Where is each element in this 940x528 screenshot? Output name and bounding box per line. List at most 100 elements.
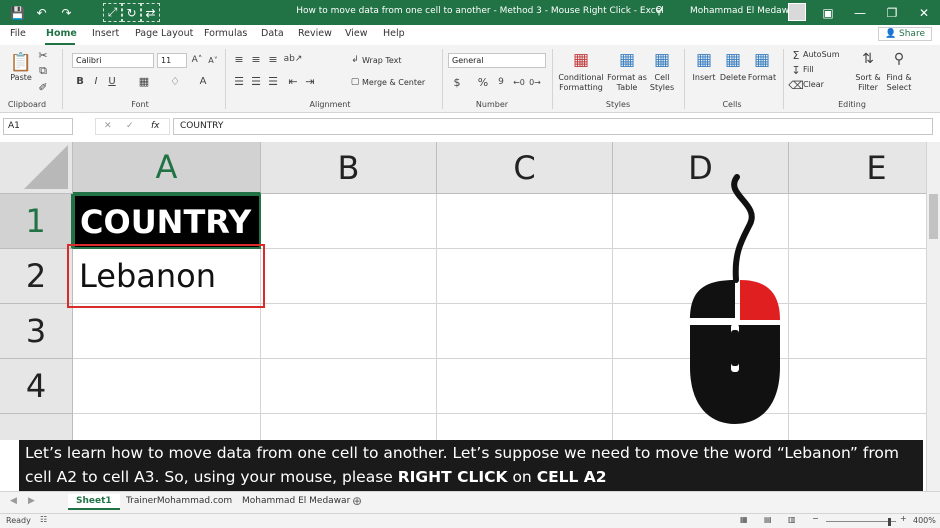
ribbon-display-icon[interactable]: ▣ [812, 0, 844, 25]
zoom-slider-thumb[interactable] [888, 518, 891, 526]
tab-review[interactable]: Review [298, 28, 332, 39]
align-left-icon[interactable]: ☰ [232, 75, 246, 88]
fullscreen-icon[interactable]: ⤢ [103, 3, 122, 22]
find-select-button[interactable]: Find & Select [883, 73, 915, 93]
row-header-1[interactable]: 1 [0, 194, 73, 249]
borders-icon[interactable]: ▦ [137, 74, 151, 88]
copy-icon[interactable]: ⧉ [36, 64, 50, 78]
increase-indent-icon[interactable]: ⇥ [303, 75, 317, 88]
cut-icon[interactable]: ✂ [36, 48, 50, 62]
save-icon[interactable]: 💾 [8, 3, 27, 22]
tab-view[interactable]: View [345, 28, 368, 39]
refresh-icon[interactable]: ↻ [122, 3, 141, 22]
align-center-icon[interactable]: ☰ [249, 75, 263, 88]
undo-icon[interactable]: ↶ [32, 3, 51, 22]
formula-input[interactable]: COUNTRY [173, 118, 933, 135]
font-name-select[interactable]: Calibri [72, 53, 154, 68]
tab-file[interactable]: File [10, 28, 26, 39]
cell-styles-button[interactable]: Cell Styles [646, 73, 678, 93]
close-icon[interactable]: ✕ [908, 0, 940, 25]
autosum-button[interactable]: AutoSum [803, 50, 840, 60]
vertical-scrollbar[interactable] [926, 142, 940, 500]
font-size-select[interactable]: 11 [157, 53, 187, 68]
format-as-table-button[interactable]: Format as Table [606, 73, 648, 93]
decrease-indent-icon[interactable]: ⇤ [286, 75, 300, 88]
comma-icon[interactable]: 9 [494, 75, 508, 89]
page-layout-view-icon[interactable]: ▤ [764, 515, 772, 524]
font-color-icon[interactable]: A [196, 74, 210, 88]
next-sheet-icon[interactable]: ▶ [28, 496, 35, 506]
tab-page-layout[interactable]: Page Layout [135, 28, 193, 39]
styles-group-label: Styles [605, 100, 631, 109]
restore-icon[interactable]: ❐ [876, 0, 908, 25]
align-bottom-icon[interactable]: ≡ [266, 53, 280, 66]
fill-color-icon[interactable]: ♢ [168, 74, 182, 88]
number-format-select[interactable]: General [448, 53, 546, 68]
align-top-icon[interactable]: ≡ [232, 53, 246, 66]
percent-icon[interactable]: % [476, 75, 490, 89]
zoom-slider[interactable] [826, 521, 896, 522]
accessibility-icon[interactable]: ☷ [40, 515, 47, 524]
format-cells-button[interactable]: Format [746, 73, 778, 83]
increase-decimal-icon[interactable]: ←0 [512, 75, 526, 89]
decrease-decimal-icon[interactable]: 0→ [528, 75, 542, 89]
zoom-out-icon[interactable]: − [812, 514, 819, 523]
row-header-5[interactable] [0, 414, 73, 440]
fill-button[interactable]: Fill [803, 65, 814, 75]
row-header-3[interactable]: 3 [0, 304, 73, 359]
currency-icon[interactable]: $ [450, 75, 464, 89]
search-icon[interactable]: ⚲ [655, 4, 663, 17]
paste-icon[interactable]: 📋 [10, 51, 32, 73]
delete-cells-button[interactable]: Delete [717, 73, 749, 83]
tab-data[interactable]: Data [261, 28, 284, 39]
underline-button[interactable]: U [106, 74, 118, 88]
normal-view-icon[interactable]: ▦ [740, 515, 748, 524]
sort-filter-button[interactable]: Sort & Filter [852, 73, 884, 93]
sheet-tab-trainer[interactable]: TrainerMohammad.com [118, 494, 240, 508]
bold-button[interactable]: B [74, 74, 86, 88]
user-name[interactable]: Mohammad El Medawar [690, 6, 798, 16]
row-header-4[interactable]: 4 [0, 359, 73, 414]
name-box[interactable]: A1 [3, 118, 73, 135]
move-icon[interactable]: ⇄ [141, 3, 160, 22]
sheet-tab-mohammad[interactable]: Mohammad El Medawar [234, 494, 358, 508]
column-header-c[interactable]: C [437, 142, 613, 194]
align-middle-icon[interactable]: ≡ [249, 53, 263, 66]
tab-insert[interactable]: Insert [92, 28, 119, 39]
prev-sheet-icon[interactable]: ◀ [10, 496, 17, 506]
format-painter-icon[interactable]: ✐ [36, 80, 50, 94]
add-sheet-icon[interactable]: ⊕ [352, 494, 362, 508]
zoom-in-icon[interactable]: + [900, 514, 907, 523]
grow-font-icon[interactable]: A˄ [190, 53, 204, 67]
page-break-view-icon[interactable]: ▥ [788, 515, 796, 524]
find-select-icon: ⚲ [893, 51, 905, 67]
orientation-icon[interactable]: ab↗ [284, 53, 303, 65]
avatar[interactable] [788, 3, 806, 21]
minimize-icon[interactable]: — [844, 0, 876, 25]
insert-function-icon[interactable]: fx [151, 121, 160, 131]
scrollbar-thumb[interactable] [929, 194, 938, 239]
clear-button[interactable]: Clear [803, 80, 824, 90]
paste-button[interactable]: Paste [6, 73, 36, 83]
sheet-tab-sheet1[interactable]: Sheet1 [68, 494, 120, 510]
share-button[interactable]: 👤 Share [877, 27, 932, 41]
column-header-b[interactable]: B [261, 142, 437, 194]
tab-home[interactable]: Home [46, 28, 77, 39]
insert-cells-button[interactable]: Insert [688, 73, 720, 83]
zoom-level[interactable]: 400% [913, 516, 936, 525]
wrap-text-button[interactable]: Wrap Text [362, 56, 402, 66]
column-header-e[interactable]: E [789, 142, 926, 194]
select-all-button[interactable] [0, 142, 73, 194]
italic-button[interactable]: I [90, 74, 102, 88]
tab-help[interactable]: Help [383, 28, 405, 39]
merge-center-button[interactable]: Merge & Center [362, 78, 425, 88]
column-header-a[interactable]: A [73, 142, 261, 194]
confirm-icon[interactable]: ✓ [126, 121, 134, 131]
tab-formulas[interactable]: Formulas [204, 28, 247, 39]
cancel-icon[interactable]: ✕ [104, 121, 112, 131]
align-right-icon[interactable]: ☰ [266, 75, 280, 88]
redo-icon[interactable]: ↷ [57, 3, 76, 22]
shrink-font-icon[interactable]: A˅ [206, 53, 220, 67]
conditional-formatting-button[interactable]: Conditional Formatting [556, 73, 606, 93]
row-header-2[interactable]: 2 [0, 249, 73, 304]
